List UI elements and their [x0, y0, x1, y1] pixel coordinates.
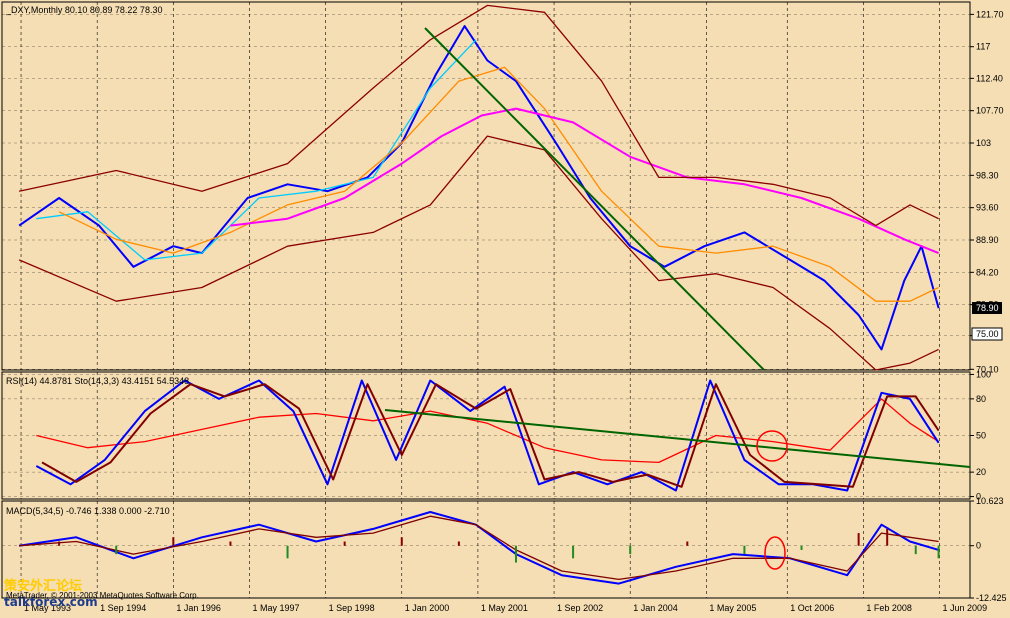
- x-tick-label: 1 Jan 2004: [633, 603, 678, 613]
- histogram-bar: [343, 541, 346, 546]
- y-tick-label: 93.60: [976, 203, 999, 213]
- histogram-bar: [58, 541, 61, 546]
- y-tick-label: 117: [976, 42, 990, 52]
- x-tick-label: 1 Sep 2002: [557, 603, 603, 613]
- y-tick-label: 50: [976, 431, 986, 441]
- macd-series-layer: [18, 511, 940, 585]
- histogram-bar: [229, 541, 232, 546]
- rsi-trendline: [384, 409, 971, 468]
- series-line-ma-short: [36, 39, 477, 261]
- y-tick-label: 103: [976, 138, 991, 148]
- histogram-bar: [572, 545, 575, 559]
- histogram-bar: [115, 545, 118, 555]
- histogram-bar: [629, 545, 632, 555]
- copyright-text: MetaTrader, © 2001-2003 MetaQuotes Softw…: [6, 591, 199, 600]
- y-tick-label: 80: [976, 394, 986, 404]
- x-tick-label: 1 May 2005: [709, 603, 756, 613]
- price-trendline: [424, 27, 765, 371]
- price-panel-title: _DXY,Monthly 80.10 80.89 78.22 78.30: [5, 5, 162, 15]
- histogram-bar: [286, 545, 289, 559]
- y-tick-label: 107.70: [976, 106, 1004, 116]
- histogram-bar: [857, 533, 860, 546]
- series-line-rsi-14-: [36, 398, 939, 464]
- x-tick-label: 1 Jun 2009: [943, 603, 988, 613]
- histogram-bar: [743, 545, 746, 555]
- x-tick-label: 1 Oct 2006: [790, 603, 834, 613]
- y-tick-label: 10.623: [976, 496, 1004, 506]
- histogram-bar: [686, 541, 689, 546]
- x-tick-label: 1 May 1997: [252, 603, 299, 613]
- histogram-bar: [172, 537, 175, 546]
- histogram-bar: [514, 545, 517, 563]
- y-tick-label: 84.20: [976, 267, 999, 277]
- x-tick-label: 1 May 2001: [481, 603, 528, 613]
- macd-highlight-circle: [764, 536, 786, 570]
- y-tick-label: 88.90: [976, 235, 999, 245]
- macd-panel-title: MACD(5,34,5) -0.746 1.338 0.000 -2.710: [6, 506, 170, 516]
- x-tick-label: 1 Sep 1998: [329, 603, 375, 613]
- y-tick-label: 100: [976, 369, 991, 379]
- series-line-ma-long: [230, 107, 939, 255]
- axis-labels: 1 May 1993 1 Sep 1994 1 Jan 1996 1 May 1997…: [24, 9, 1006, 613]
- chart-canvas: 1 May 1993 1 Sep 1994 1 Jan 1996 1 May 1997…: [1, 1, 1007, 613]
- y-tick-label: 98.30: [976, 170, 999, 180]
- series-line-lower-band: [18, 135, 939, 371]
- y-tick-label: 121.70: [976, 9, 1004, 19]
- x-tick-label: 1 Feb 2008: [866, 603, 912, 613]
- y-tick-label: 0: [976, 541, 981, 551]
- x-tick-label: 1 Sep 1994: [100, 603, 146, 613]
- y-tick-label: 20: [976, 467, 986, 477]
- histogram-bar: [937, 545, 940, 559]
- histogram-bar: [400, 537, 403, 546]
- rsi-series-layer: [35, 379, 940, 492]
- histogram-bar: [914, 545, 917, 555]
- histogram-bar: [886, 528, 889, 546]
- histogram-bar: [800, 545, 803, 550]
- chart-window: 1 May 1993 1 Sep 1994 1 Jan 1996 1 May 1997…: [0, 0, 1010, 618]
- level-label: 75.00: [976, 329, 999, 339]
- series-line-upper-band: [18, 4, 939, 227]
- y-tick-label: -12.425: [976, 593, 1007, 603]
- price-series-layer: [18, 4, 940, 371]
- x-tick-label: 1 Jan 1996: [176, 603, 221, 613]
- current-price-label: 78.90: [976, 303, 999, 313]
- y-tick-label: 112.40: [976, 73, 1003, 83]
- rsi-panel-title: RSI(14) 44.8781 Sto(14,3,3) 43.4151 54.5…: [6, 376, 189, 386]
- histogram-bar: [457, 541, 460, 546]
- x-tick-label: 1 Jan 2000: [405, 603, 450, 613]
